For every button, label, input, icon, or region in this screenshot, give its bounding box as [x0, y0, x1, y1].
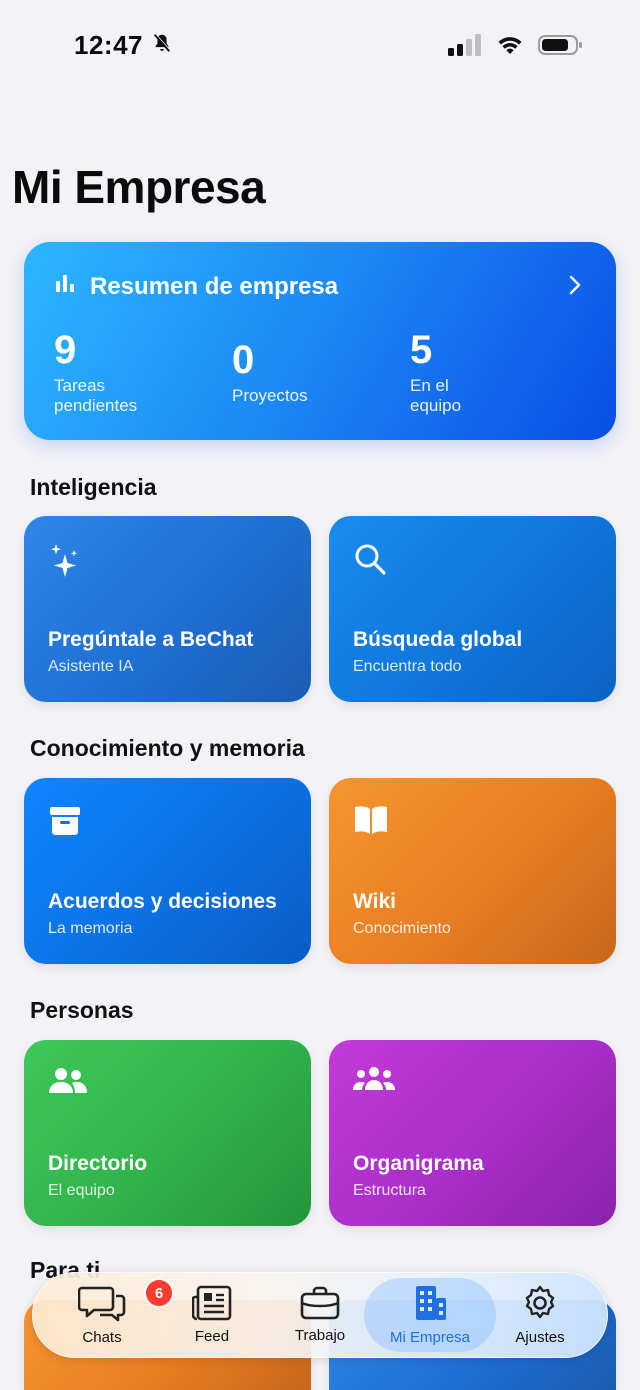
section-title-inteligencia: Inteligencia	[30, 474, 157, 500]
stat-pending-tasks: 9 Tareas pendientes	[54, 330, 164, 416]
book-icon	[353, 804, 389, 841]
tab-label: Feed	[194, 1328, 230, 1345]
search-icon	[353, 542, 387, 581]
tile-title: Acuerdos y decisiones	[48, 890, 277, 913]
tile-org-chart[interactable]: Organigrama Estructura	[329, 1040, 616, 1226]
sparkles-icon	[48, 542, 82, 585]
tile-agreements-decisions[interactable]: Acuerdos y decisiones La memoria	[24, 778, 311, 964]
tile-title: Wiki	[353, 890, 396, 913]
two-people-icon	[48, 1066, 88, 1101]
briefcase-icon	[300, 1286, 340, 1325]
section-title-conocimiento: Conocimiento y memoria	[30, 735, 305, 761]
tile-subtitle: Conocimiento	[353, 920, 451, 937]
tile-title: Pregúntale a BeChat	[48, 628, 254, 651]
chevron-right-icon	[568, 274, 582, 301]
stat-label: Proyectos	[232, 386, 308, 405]
summary-header: Resumen de empresa	[54, 272, 338, 301]
bell-muted-icon	[151, 30, 173, 61]
tab-feed[interactable]: Feed	[164, 1272, 260, 1358]
cellular-signal-icon	[448, 34, 482, 61]
tile-subtitle: Asistente IA	[48, 658, 134, 675]
tab-bar: Chats 6 Feed Trabajo Mi Empresa Ajustes	[32, 1272, 608, 1358]
stat-team: 5 En el equipo	[410, 330, 480, 416]
status-bar-indicators	[448, 34, 584, 61]
battery-icon	[538, 34, 584, 61]
tab-mi-empresa[interactable]: Mi Empresa	[364, 1272, 496, 1358]
tab-ajustes[interactable]: Ajustes	[492, 1272, 588, 1358]
stat-projects: 0 Proyectos	[232, 340, 308, 406]
archive-box-icon	[48, 804, 82, 843]
tab-label: Chats	[82, 1329, 122, 1346]
tile-subtitle: Encuentra todo	[353, 658, 462, 675]
bar-chart-icon	[54, 272, 76, 301]
time-text: 12:47	[74, 30, 143, 60]
wifi-icon	[496, 34, 524, 61]
tile-title: Búsqueda global	[353, 628, 523, 651]
chat-bubbles-icon	[77, 1284, 126, 1327]
page-title: Mi Empresa	[12, 161, 266, 213]
tile-title: Directorio	[48, 1152, 148, 1175]
stat-label: En el equipo	[410, 376, 462, 415]
building-icon	[412, 1284, 448, 1327]
tile-wiki[interactable]: Wiki Conocimiento	[329, 778, 616, 964]
tile-subtitle: La memoria	[48, 920, 133, 937]
gear-icon	[521, 1284, 559, 1327]
stat-value: 9	[54, 328, 77, 372]
tab-trabajo[interactable]: Trabajo	[270, 1272, 370, 1358]
company-summary-card[interactable]: Resumen de empresa 9 Tareas pendientes 0…	[24, 242, 616, 440]
newspaper-icon	[191, 1285, 232, 1326]
tile-ask-bechat[interactable]: Pregúntale a BeChat Asistente IA	[24, 516, 311, 702]
summary-title: Resumen de empresa	[90, 272, 339, 300]
tile-directory[interactable]: Directorio El equipo	[24, 1040, 311, 1226]
tile-subtitle: Estructura	[353, 1182, 426, 1199]
tab-chats[interactable]: Chats 6	[54, 1272, 172, 1358]
tab-label: Trabajo	[294, 1327, 346, 1344]
stat-value: 5	[410, 328, 433, 372]
status-bar-time: 12:47	[74, 30, 173, 61]
stat-value: 0	[232, 338, 255, 382]
tile-subtitle: El equipo	[48, 1182, 115, 1199]
section-title-personas: Personas	[30, 997, 134, 1023]
tab-label: Mi Empresa	[389, 1329, 471, 1346]
three-people-icon	[353, 1066, 395, 1097]
stat-label: Tareas pendientes	[54, 376, 138, 415]
tab-label: Ajustes	[515, 1329, 565, 1346]
tile-title: Organigrama	[353, 1152, 484, 1175]
tile-global-search[interactable]: Búsqueda global Encuentra todo	[329, 516, 616, 702]
